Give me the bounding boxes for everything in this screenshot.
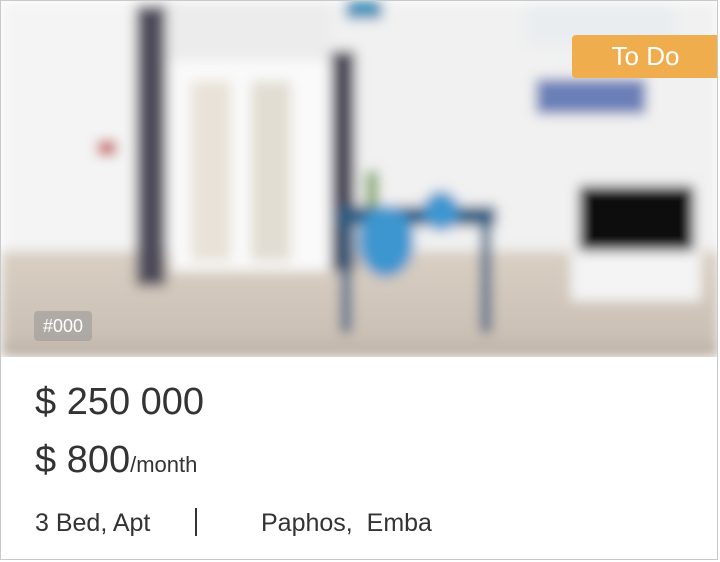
details-divider [195, 508, 197, 536]
listing-id-badge: #000 [34, 311, 93, 341]
location-city: Paphos, [261, 509, 353, 537]
listing-card[interactable]: To Do #000 $ 250 000 $ 800/month 3 Bed, … [0, 0, 718, 560]
rent-period: /month [130, 452, 198, 477]
status-badge: To Do [572, 35, 717, 78]
rent-price: $ 800/month [35, 439, 197, 482]
rent-amount: $ 800 [35, 439, 131, 481]
property-details: 3 Bed, Apt [35, 509, 151, 537]
listing-photo[interactable]: To Do #000 [1, 1, 717, 357]
property-location: Paphos, Emba [261, 509, 432, 538]
location-area: Emba [366, 509, 432, 537]
sale-price: $ 250 000 [35, 381, 205, 423]
